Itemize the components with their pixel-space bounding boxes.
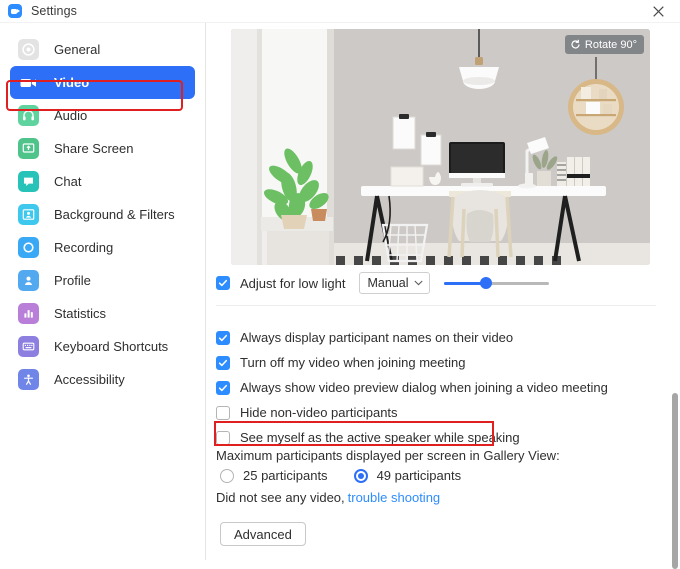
video-options-list: Always display participant names on thei…: [216, 325, 608, 450]
see-myself-active-speaker-checkbox[interactable]: [216, 430, 230, 445]
close-icon[interactable]: [636, 0, 680, 22]
sidebar-item-recording[interactable]: Recording: [10, 231, 195, 264]
chat-bubble-icon: [18, 171, 39, 192]
adjust-low-light-checkbox[interactable]: [216, 276, 230, 290]
sidebar-item-general[interactable]: General: [10, 33, 195, 66]
sidebar-item-video[interactable]: Video: [10, 66, 195, 99]
sidebar-item-label: Recording: [54, 240, 114, 255]
slider-knob[interactable]: [479, 277, 492, 289]
sidebar-item-label: Video: [54, 75, 90, 90]
gear-icon: [18, 39, 39, 60]
advanced-button[interactable]: Advanced: [220, 522, 306, 546]
video-preview-scene: [231, 29, 650, 265]
sidebar-item-keyboard-shortcuts[interactable]: Keyboard Shortcuts: [10, 330, 195, 363]
turn-off-video-on-join-checkbox[interactable]: [216, 355, 230, 370]
checkbox-label: Always show video preview dialog when jo…: [240, 380, 608, 395]
settings-main-panel: Rotate 90° Adjust for low light Manual A…: [207, 23, 680, 560]
sidebar-item-share-screen[interactable]: Share Screen: [10, 132, 195, 165]
headphones-icon: [18, 105, 39, 126]
section-divider: [216, 305, 656, 306]
hide-non-video-participants-checkbox[interactable]: [216, 405, 230, 420]
sidebar-item-label: Profile: [54, 273, 91, 288]
person-icon: [18, 270, 39, 291]
zoom-camera-logo-icon: [8, 4, 22, 18]
checkbox-label: Turn off my video when joining meeting: [240, 355, 466, 370]
sidebar-item-label: General: [54, 42, 101, 57]
trouble-shooting-row: Did not see any video, trouble shooting: [216, 490, 440, 505]
window-title: Settings: [31, 4, 77, 18]
accessibility-icon: [18, 369, 39, 390]
checkbox-row[interactable]: Hide non-video participants: [216, 400, 608, 425]
record-circle-icon: [18, 237, 39, 258]
video-camera-icon: [18, 72, 39, 93]
sidebar-item-background-filters[interactable]: Background & Filters: [10, 198, 195, 231]
scrollbar-track[interactable]: [670, 23, 680, 569]
sidebar-item-label: Chat: [54, 174, 82, 189]
bar-chart-icon: [18, 303, 39, 324]
trouble-shooting-link[interactable]: trouble shooting: [348, 490, 441, 505]
gallery-view-label: Maximum participants displayed per scree…: [216, 448, 560, 463]
sidebar-item-label: Statistics: [54, 306, 107, 321]
checkbox-label: Hide non-video participants: [240, 405, 398, 420]
checkbox-row[interactable]: Turn off my video when joining meeting: [216, 350, 608, 375]
sidebar-item-label: Share Screen: [54, 141, 134, 156]
rotate-icon: [570, 39, 581, 50]
low-light-mode-value: Manual: [367, 276, 409, 290]
share-screen-icon: [18, 138, 39, 159]
checkbox-row[interactable]: See myself as the active speaker while s…: [216, 425, 608, 450]
sidebar-item-statistics[interactable]: Statistics: [10, 297, 195, 330]
radio-label: 49 participants: [376, 468, 462, 483]
titlebar: Settings: [0, 0, 680, 22]
always-display-names-checkbox[interactable]: [216, 330, 230, 345]
settings-window: Settings General Video Audio Share Scree…: [0, 0, 680, 569]
low-light-mode-select[interactable]: Manual: [358, 272, 430, 294]
sidebar-item-audio[interactable]: Audio: [10, 99, 195, 132]
checkbox-row[interactable]: Always display participant names on thei…: [216, 325, 608, 350]
video-preview[interactable]: Rotate 90°: [231, 29, 650, 265]
sidebar-item-chat[interactable]: Chat: [10, 165, 195, 198]
low-light-slider[interactable]: [443, 276, 549, 290]
sidebar-item-label: Keyboard Shortcuts: [54, 339, 169, 354]
person-frame-icon: [18, 204, 39, 225]
scrollbar-thumb[interactable]: [672, 393, 678, 569]
radio-25-participants[interactable]: [220, 468, 234, 483]
trouble-shooting-text: Did not see any video,: [216, 490, 345, 505]
sidebar-item-label: Background & Filters: [54, 207, 175, 222]
radio-49-participants[interactable]: [353, 468, 368, 483]
sidebar-item-label: Audio: [54, 108, 88, 123]
sidebar-item-accessibility[interactable]: Accessibility: [10, 363, 195, 396]
always-show-preview-dialog-checkbox[interactable]: [216, 380, 230, 395]
adjust-low-light-label: Adjust for low light: [240, 275, 346, 291]
checkbox-label: See myself as the active speaker while s…: [240, 430, 520, 445]
gallery-view-radio-group: 25 participants 49 participants: [220, 468, 461, 483]
settings-sidebar: General Video Audio Share Screen Chat Ba…: [0, 23, 206, 560]
adjust-low-light-row: Adjust for low light Manual: [216, 272, 549, 294]
sidebar-item-profile[interactable]: Profile: [10, 264, 195, 297]
checkbox-label: Always display participant names on thei…: [240, 330, 514, 345]
rotate-90-label: Rotate 90°: [584, 38, 637, 51]
sidebar-item-label: Accessibility: [54, 372, 125, 387]
keyboard-icon: [18, 336, 39, 357]
checkbox-row[interactable]: Always show video preview dialog when jo…: [216, 375, 608, 400]
chevron-down-icon: [413, 280, 423, 286]
rotate-90-button[interactable]: Rotate 90°: [564, 35, 644, 54]
radio-label: 25 participants: [243, 468, 328, 483]
